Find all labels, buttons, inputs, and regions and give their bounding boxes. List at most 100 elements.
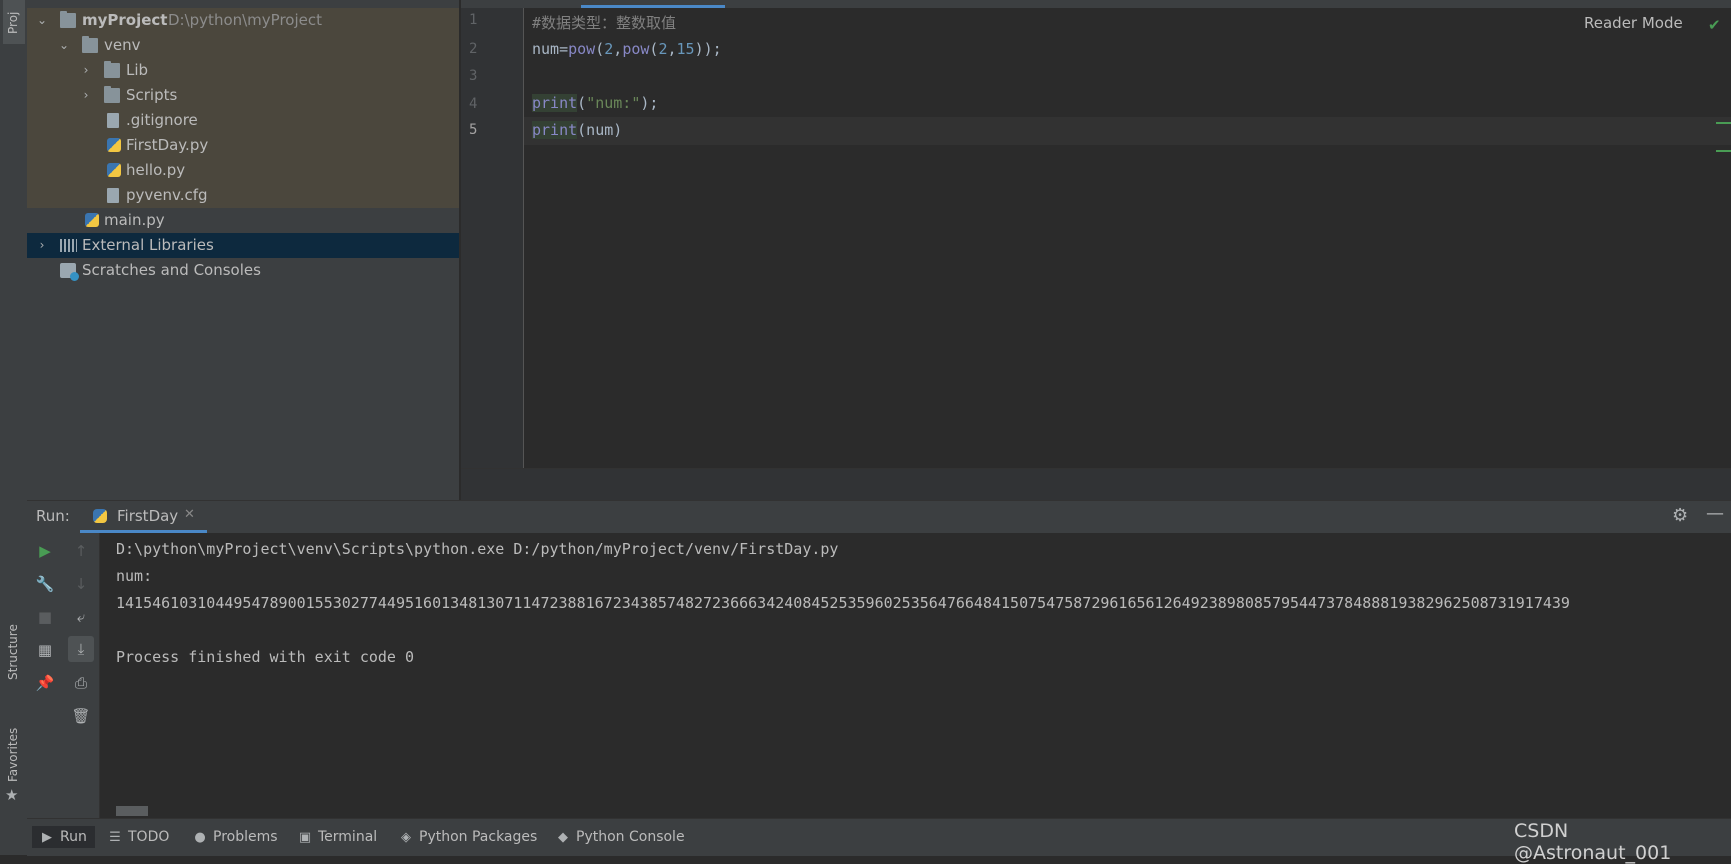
run-console-output[interactable]: D:\python\myProject\venv\Scripts\python.… (100, 533, 1731, 818)
bottom-tab-run[interactable]: ▶ Run (32, 826, 95, 848)
editor-tab-strip (461, 0, 1731, 8)
project-tool-tab[interactable]: Proj (3, 0, 25, 44)
project-root-path: D:\python\myProject (168, 11, 322, 29)
structure-tool-tab-label: Structure (6, 624, 20, 680)
tree-item-scratches[interactable]: Scratches and Consoles (27, 258, 459, 283)
line-number: 2 (469, 41, 478, 57)
tree-item-label: hello.py (126, 161, 186, 179)
console-line: D:\python\myProject\venv\Scripts\python.… (116, 540, 839, 558)
code-line-1[interactable]: #数据类型：整数取值 (532, 12, 676, 33)
bottom-tab-label: Run (60, 829, 87, 845)
code-token: pow (622, 40, 650, 58)
tree-item-label: venv (104, 36, 141, 54)
console-horizontal-scrollbar[interactable] (116, 806, 148, 816)
folder-icon (104, 86, 120, 103)
tree-item-label: Lib (126, 61, 149, 79)
run-toolbar-primary: ▶ 🔧 ■ ▦ 📌 (27, 533, 63, 818)
arrow-down-icon[interactable]: ↓ (70, 573, 92, 595)
terminal-icon: ▣ (298, 830, 312, 845)
run-panel-label: Run: (36, 507, 70, 525)
change-marker (1716, 150, 1731, 152)
gear-icon[interactable]: ⚙ (1672, 505, 1688, 526)
tree-item-label: External Libraries (82, 236, 214, 254)
bottom-tab-terminal[interactable]: ▣ Terminal (298, 826, 377, 848)
tree-item-main-py[interactable]: main.py (27, 208, 459, 233)
bottom-tab-label: Python Console (576, 829, 685, 845)
chevron-right-icon[interactable]: › (35, 233, 49, 258)
favorites-tool-tab[interactable]: Favorites ★ (3, 720, 25, 812)
code-token: , (667, 40, 677, 58)
library-icon (60, 239, 77, 252)
scroll-to-end-icon[interactable]: ⤓ (68, 636, 94, 662)
info-icon: ● (194, 830, 206, 845)
tree-item-pyvenv-cfg[interactable]: pyvenv.cfg (27, 183, 459, 208)
project-panel: ⌄ myProject D:\python\myProject ⌄ venv ›… (27, 0, 459, 500)
wrench-icon[interactable]: 🔧 (34, 573, 56, 595)
code-token: print (532, 94, 578, 112)
layout-icon[interactable]: ▦ (34, 639, 56, 661)
code-token: )); (694, 40, 722, 58)
run-toolbar-secondary: ↑ ↓ ⤶ ⤓ ⎙ 🗑 (63, 533, 100, 818)
code-editor[interactable] (461, 0, 1731, 468)
left-tool-strip: Proj Structure Favorites ★ (0, 0, 28, 855)
run-panel-header (27, 500, 1731, 534)
stop-icon[interactable]: ■ (34, 606, 56, 628)
python-icon: ◆ (558, 830, 568, 845)
layers-icon: ◈ (401, 830, 411, 845)
scratches-icon (60, 263, 79, 281)
python-file-icon (85, 213, 99, 227)
minimize-icon[interactable]: — (1706, 503, 1724, 524)
code-token: ); (640, 94, 659, 112)
chevron-down-icon[interactable]: ⌄ (57, 33, 71, 58)
code-token: pow (568, 40, 596, 58)
tree-item-lib[interactable]: › Lib (27, 58, 459, 83)
tree-item-label: Scripts (126, 86, 178, 104)
code-line-5[interactable]: print(num) (532, 121, 622, 139)
code-token: (num) (577, 121, 623, 139)
soft-wrap-icon[interactable]: ⤶ (70, 606, 92, 628)
trash-icon[interactable]: 🗑 (70, 705, 92, 727)
folder-icon (104, 61, 120, 78)
pin-icon[interactable]: 📌 (34, 672, 56, 694)
tree-item-firstday-py[interactable]: FirstDay.py (27, 133, 459, 158)
code-token: ( (577, 94, 587, 112)
code-line-2[interactable]: num=pow(2,pow(2,15)); (532, 40, 722, 58)
line-number-current: 5 (469, 122, 478, 138)
bottom-tab-python-packages[interactable]: ◈ Python Packages (399, 826, 537, 848)
chevron-right-icon[interactable]: › (79, 83, 93, 108)
active-tab-underline (581, 5, 725, 8)
bottom-tab-label: TODO (128, 829, 170, 845)
project-root-name: myProject (82, 11, 168, 29)
bottom-tab-problems[interactable]: ● Problems (193, 826, 277, 848)
tree-item-external-libraries[interactable]: › External Libraries (27, 233, 459, 258)
chevron-down-icon[interactable]: ⌄ (35, 8, 49, 33)
line-number: 3 (469, 68, 478, 84)
check-icon[interactable]: ✔ (1708, 16, 1722, 34)
tree-root-myproject[interactable]: ⌄ myProject D:\python\myProject (27, 8, 459, 33)
code-line-4[interactable]: print("num:"); (532, 94, 658, 112)
reader-mode-button[interactable]: Reader Mode (1584, 14, 1683, 32)
tree-item-scripts[interactable]: › Scripts (27, 83, 459, 108)
close-icon[interactable]: ✕ (184, 507, 195, 522)
play-icon: ▶ (42, 830, 52, 845)
bottom-tab-todo[interactable]: ☰ TODO (108, 826, 169, 848)
python-icon (93, 509, 107, 523)
rerun-icon[interactable]: ▶ (34, 540, 56, 562)
tree-item-gitignore[interactable]: .gitignore (27, 108, 459, 133)
run-tab-label: FirstDay (117, 507, 179, 525)
editor-breadcrumb-bar (461, 468, 1731, 501)
print-icon[interactable]: ⎙ (70, 672, 92, 694)
favorites-tool-tab-label: Favorites (6, 727, 20, 782)
chevron-right-icon[interactable]: › (79, 58, 93, 83)
arrow-up-icon[interactable]: ↑ (70, 540, 92, 562)
bottom-tab-python-console[interactable]: ◆ Python Console (556, 826, 685, 848)
structure-tool-tab[interactable]: Structure (3, 590, 25, 700)
line-number: 4 (469, 96, 478, 112)
tree-item-hello-py[interactable]: hello.py (27, 158, 459, 183)
tree-item-venv[interactable]: ⌄ venv (27, 33, 459, 58)
code-token: 15 (676, 40, 695, 58)
code-token: "num:" (586, 94, 641, 112)
tree-item-label: main.py (104, 211, 165, 229)
console-line: 1415461031044954789001553027744951601348… (116, 594, 1570, 612)
folder-icon (60, 11, 76, 28)
